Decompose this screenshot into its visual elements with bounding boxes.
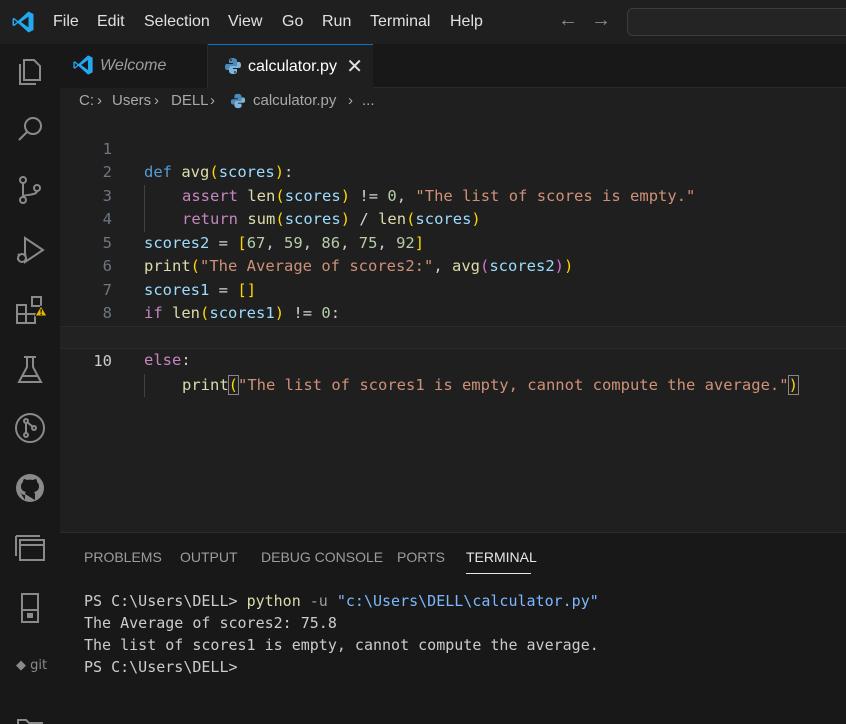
chevron-right-icon: › [210, 92, 215, 109]
python-icon [225, 58, 241, 74]
github-icon[interactable] [12, 470, 48, 506]
git-icon[interactable]: ◆ git [16, 658, 47, 673]
chevron-right-icon: › [154, 92, 159, 109]
line-number: 10 [93, 352, 112, 370]
forward-arrow-icon[interactable]: → [590, 9, 612, 31]
code-line[interactable]: 3 return sum(scores) / len(scores) [60, 161, 846, 232]
menu-run[interactable]: Run [322, 0, 351, 44]
tab-debug-console[interactable]: DEBUG CONSOLE [261, 549, 383, 565]
explorer-icon[interactable] [12, 52, 48, 88]
breadcrumb-dell[interactable]: DELL [171, 88, 209, 114]
active-tab-indicator [466, 573, 531, 574]
menu-help[interactable]: Help [450, 0, 483, 44]
terminal-command: python [246, 592, 301, 610]
close-icon[interactable]: ✕ [346, 45, 363, 89]
menu-go[interactable]: Go [282, 0, 303, 44]
code-line[interactable]: 4 scores2 = [67, 59, 86, 75, 92] [60, 185, 846, 252]
editor-tab-bar: Welcome calculator.py ✕ [60, 44, 846, 88]
terminal-command-line[interactable]: PS C:\Users\DELL> python -u "c:\Users\DE… [84, 592, 599, 610]
vscode-logo-icon [73, 55, 93, 75]
remote-explorer-icon[interactable] [12, 530, 48, 566]
code-text: else: [144, 351, 191, 369]
menu-edit[interactable]: Edit [97, 0, 125, 44]
breadcrumb-users[interactable]: Users [112, 88, 151, 114]
source-control-icon[interactable] [12, 172, 48, 208]
vscode-logo-icon [12, 11, 34, 33]
code-line-active[interactable]: 10 print("The list of scores1 is empty, … [60, 325, 846, 397]
tab-ports[interactable]: PORTS [397, 549, 445, 565]
terminal-prompt: PS C:\Users\DELL> [84, 592, 238, 610]
tab-welcome[interactable]: Welcome [60, 44, 208, 88]
tab-calculator-label: calculator.py [248, 58, 337, 75]
menu-selection[interactable]: Selection [144, 0, 210, 44]
menu-file[interactable]: File [53, 0, 79, 44]
breadcrumb-symbols[interactable]: ... [362, 88, 375, 114]
device-icon[interactable] [12, 590, 48, 626]
code-line[interactable]: 7 if len(scores1) != 0: [60, 255, 846, 323]
terminal-output-line: The list of scores1 is empty, cannot com… [84, 636, 599, 654]
terminal-output-line: The Average of scores2: 75.8 [84, 614, 337, 632]
chevron-right-icon: › [348, 92, 353, 109]
chevron-right-icon: › [97, 92, 102, 109]
tab-terminal[interactable]: TERMINAL [466, 549, 537, 565]
terminal-path: "c:\Users\DELL\calculator.py" [336, 592, 599, 610]
warning-badge-icon: ! [39, 308, 43, 317]
menu-terminal[interactable]: Terminal [370, 0, 430, 44]
terminal-flag: -u [309, 592, 328, 610]
code-line[interactable]: 8 print("The Average of scores1:", avg(s… [60, 279, 846, 349]
code-editor[interactable]: 1 def avg(scores): 2 assert len(scores) … [60, 114, 846, 532]
code-text: print("The list of scores1 is empty, can… [144, 373, 799, 397]
git-graph-icon[interactable] [12, 410, 48, 446]
run-debug-icon[interactable] [12, 232, 48, 268]
command-center-search[interactable] [627, 8, 846, 36]
folder-icon[interactable] [12, 708, 48, 724]
code-line[interactable]: 6 scores1 = [] [60, 232, 846, 299]
tab-calculator[interactable]: calculator.py ✕ [208, 44, 373, 88]
search-icon[interactable] [12, 112, 48, 148]
breadcrumb-drive[interactable]: C: [79, 88, 94, 114]
activity-bar: ! ◆ git [0, 44, 60, 724]
breadcrumb: C: › Users › DELL › calculator.py › ... [60, 88, 846, 114]
title-bar: File Edit Selection View Go Run Terminal… [0, 0, 846, 44]
menu-view[interactable]: View [228, 0, 262, 44]
back-arrow-icon[interactable]: ← [557, 9, 579, 31]
bottom-panel: PROBLEMS OUTPUT DEBUG CONSOLE PORTS TERM… [60, 532, 846, 724]
git-label: git [30, 658, 48, 673]
terminal-final-prompt[interactable]: PS C:\Users\DELL> [84, 658, 238, 676]
code-line[interactable]: 1 def avg(scores): [60, 114, 846, 182]
code-line[interactable]: 2 assert len(scores) != 0, "The list of … [60, 138, 846, 208]
breadcrumb-file[interactable]: calculator.py [253, 88, 336, 114]
tab-welcome-label: Welcome [100, 57, 167, 74]
testing-icon[interactable] [12, 352, 48, 388]
code-line[interactable]: 9 else: [60, 302, 846, 370]
code-line[interactable]: 5 print("The Average of scores2:", avg(s… [60, 208, 846, 276]
tab-problems[interactable]: PROBLEMS [84, 549, 162, 565]
tab-output[interactable]: OUTPUT [180, 549, 238, 565]
extensions-icon[interactable]: ! [12, 292, 48, 328]
python-icon [230, 93, 246, 109]
